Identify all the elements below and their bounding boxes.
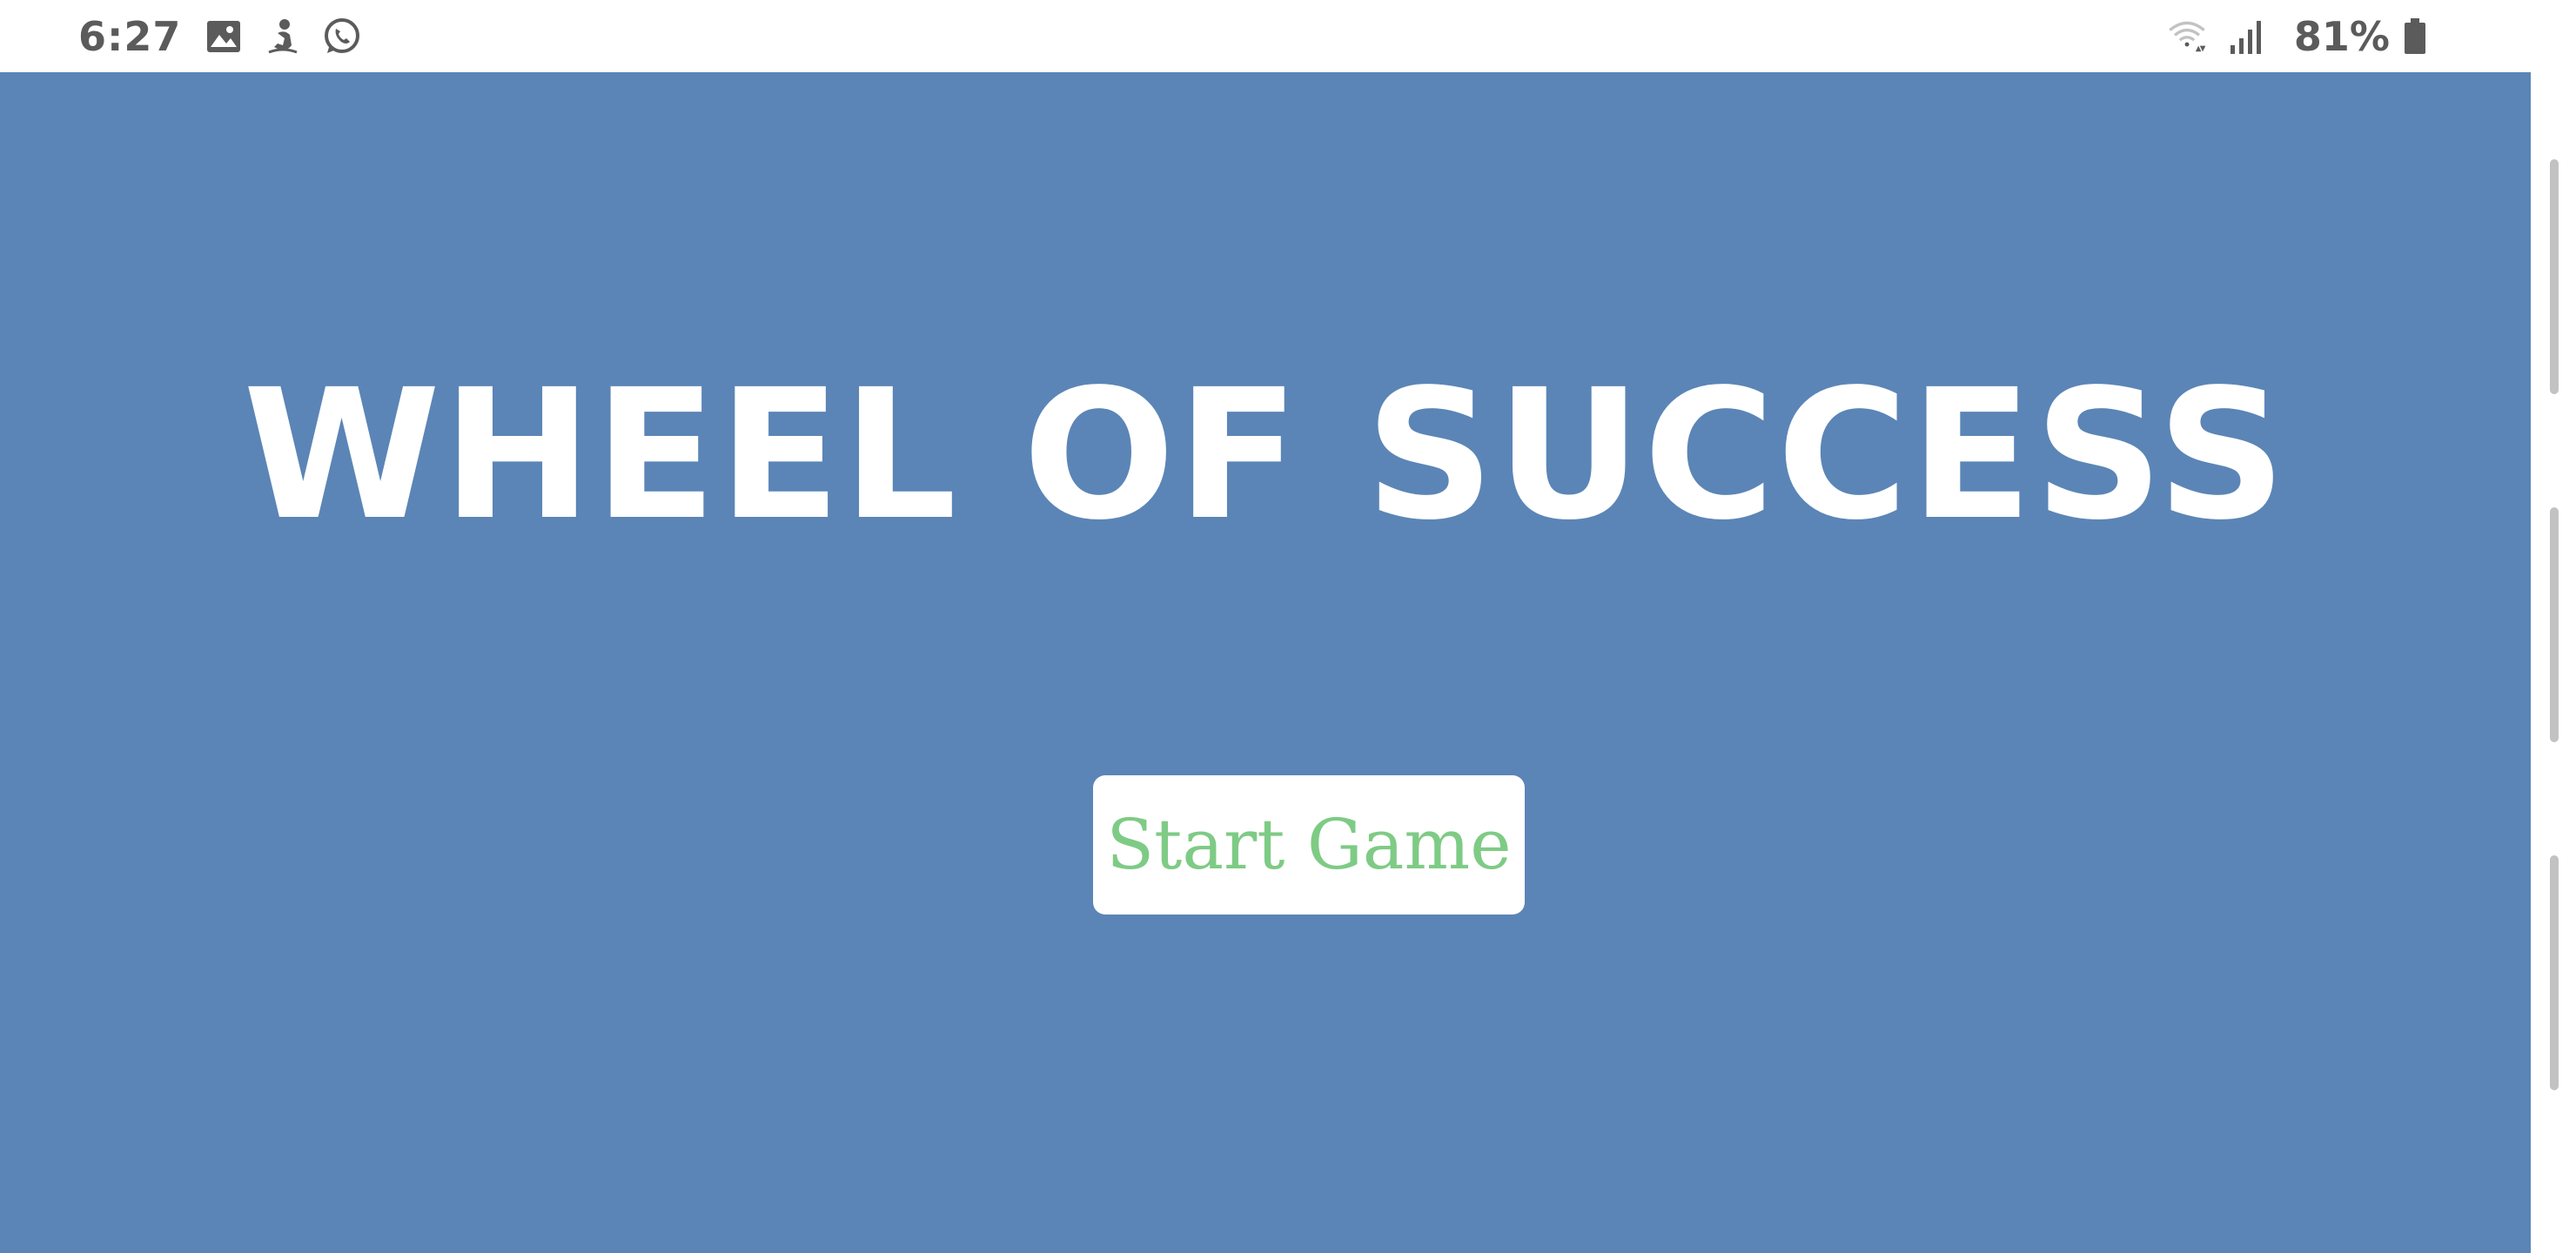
signal-icon bbox=[2226, 17, 2266, 57]
scrollbar-segment bbox=[2550, 159, 2559, 394]
scrollbar[interactable] bbox=[2531, 72, 2576, 1253]
battery-percent: 81% bbox=[2293, 13, 2390, 60]
game-title: WHEEL OF SUCCESS bbox=[243, 351, 2288, 559]
status-right-group: 81% bbox=[2167, 9, 2454, 64]
scrollbar-segment bbox=[2550, 507, 2559, 742]
wifi-icon bbox=[2167, 17, 2207, 57]
status-clock: 6:27 bbox=[78, 13, 182, 60]
notification-figure-icon bbox=[263, 17, 303, 57]
start-game-button[interactable]: Start Game bbox=[1093, 775, 1525, 915]
battery-icon bbox=[2395, 17, 2435, 57]
status-bar: 6:27 81% bbox=[0, 0, 2576, 72]
gallery-icon bbox=[204, 17, 244, 57]
status-left-group: 6:27 bbox=[78, 9, 381, 64]
game-start-screen: WHEEL OF SUCCESS Start Game bbox=[0, 72, 2531, 1253]
whatsapp-icon bbox=[322, 17, 362, 57]
scrollbar-segment bbox=[2550, 855, 2559, 1090]
